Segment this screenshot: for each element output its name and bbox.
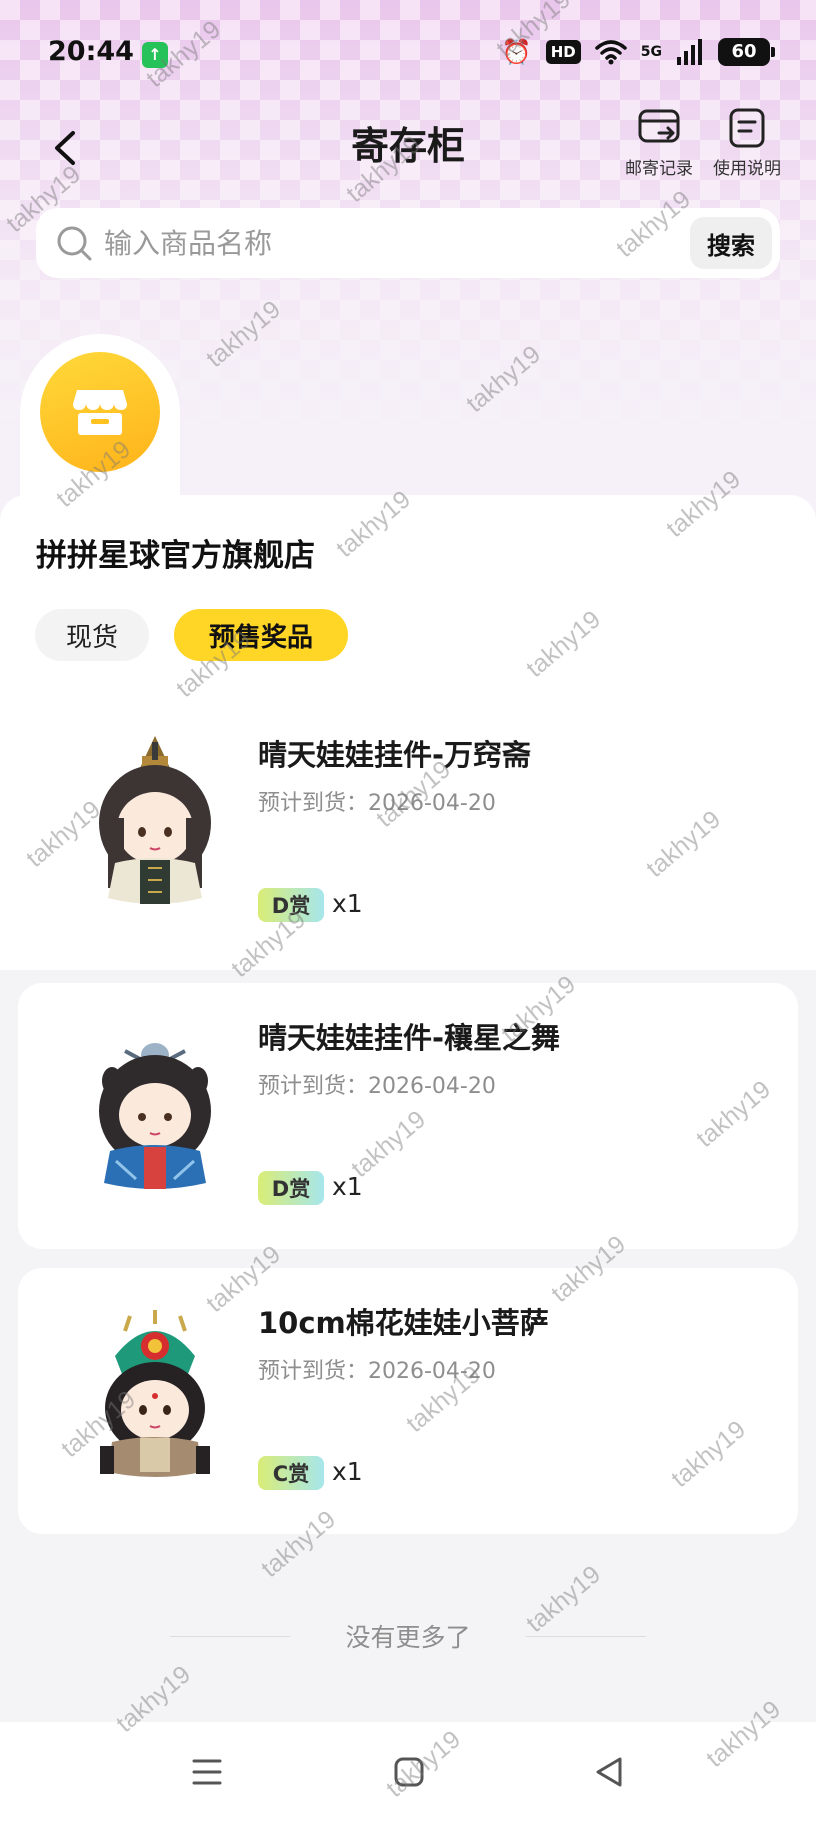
product-name: 晴天娃娃挂件-万窍斋 — [258, 738, 532, 772]
product-card[interactable]: 晴天娃娃挂件-万窍斋 预计到货：2026-04-20 D赏 x1 — [18, 700, 798, 966]
status-time: 20:44 — [48, 36, 134, 67]
page-header: 寄存柜 邮寄记录 使用说明 — [0, 106, 816, 206]
tier-badge: D赏 — [258, 1171, 324, 1205]
search-bar: 搜索 — [36, 208, 780, 278]
product-arrival-date: 预计到货：2026-04-20 — [258, 1359, 496, 1384]
guide-button[interactable]: 使用说明 — [705, 106, 789, 179]
search-button[interactable]: 搜索 — [690, 217, 772, 269]
app-notification-icon: ↑ — [142, 42, 168, 68]
mail-record-label: 邮寄记录 — [625, 159, 693, 179]
product-quantity: x1 — [332, 1457, 363, 1486]
store-logo — [40, 352, 160, 472]
product-image — [99, 736, 211, 904]
mail-record-icon — [638, 109, 680, 143]
product-card[interactable]: 晴天娃娃挂件-穰星之舞 预计到货：2026-04-20 D赏 x1 — [18, 983, 798, 1249]
list-end-text: 没有更多了 — [345, 1623, 471, 1652]
status-bar: 20:44 ↑ ⏰ HD 5G 60 — [0, 0, 816, 106]
product-arrival-date: 预计到货：2026-04-20 — [258, 791, 496, 816]
shop-icon — [73, 390, 127, 435]
product-image — [99, 1043, 211, 1189]
home-icon — [394, 1757, 424, 1787]
store-name: 拼拼星球官方旗舰店 — [36, 538, 315, 574]
signal-icon — [677, 39, 702, 65]
product-card[interactable]: 10cm棉花娃娃小菩萨 预计到货：2026-04-20 C赏 x1 — [18, 1268, 798, 1534]
product-arrival-date: 预计到货：2026-04-20 — [258, 1074, 496, 1099]
tier-badge: D赏 — [258, 888, 324, 922]
nav-home-button[interactable] — [379, 1748, 439, 1796]
search-icon — [57, 226, 92, 261]
product-quantity: x1 — [332, 1172, 363, 1201]
alarm-icon: ⏰ — [501, 38, 532, 66]
system-nav-bar — [0, 1722, 816, 1821]
wifi-icon — [595, 40, 627, 65]
triangle-back-icon — [596, 1757, 622, 1787]
hd-badge: HD — [545, 40, 581, 64]
menu-icon — [192, 1759, 222, 1785]
product-quantity: x1 — [332, 889, 363, 918]
product-name: 10cm棉花娃娃小菩萨 — [258, 1306, 549, 1340]
nav-back-button[interactable] — [579, 1748, 639, 1796]
search-input[interactable] — [104, 218, 664, 268]
battery-indicator: 60 — [718, 38, 775, 66]
document-icon — [729, 108, 765, 148]
nav-menu-button[interactable] — [177, 1748, 237, 1796]
guide-label: 使用说明 — [713, 159, 781, 179]
tab-presale-prizes[interactable]: 预售奖品 — [174, 609, 348, 661]
status-icons: ⏰ HD 5G 60 — [501, 38, 775, 66]
tab-in-stock[interactable]: 现货 — [35, 609, 149, 661]
mail-record-button[interactable]: 邮寄记录 — [617, 106, 701, 179]
tier-badge: C赏 — [258, 1456, 324, 1490]
product-image — [100, 1310, 210, 1477]
network-type: 5G — [640, 44, 662, 60]
product-name: 晴天娃娃挂件-穰星之舞 — [258, 1021, 561, 1055]
